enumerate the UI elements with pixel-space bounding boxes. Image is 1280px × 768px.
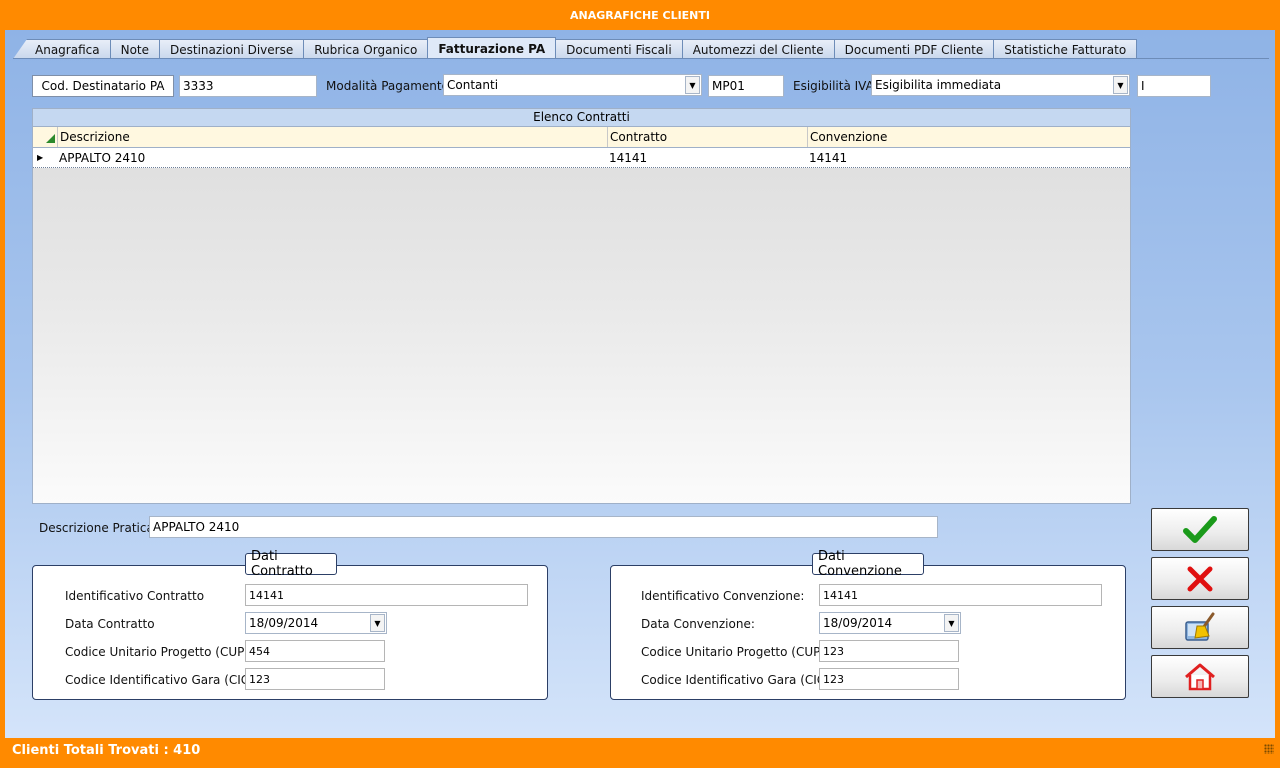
- modalita-pagamento-value: Contanti: [447, 78, 499, 92]
- clear-button[interactable]: [1151, 606, 1249, 649]
- identificativo-contratto-label: Identificativo Contratto: [65, 589, 205, 603]
- chevron-down-icon[interactable]: ▼: [1113, 76, 1128, 94]
- data-convenzione-value: 18/09/2014: [823, 616, 893, 630]
- cig-contratto-label: Codice Identificativo Gara (CIG):: [65, 673, 259, 687]
- esigibilita-iva-label: Esigibilità IVA: [793, 79, 874, 93]
- cell-descrizione: APPALTO 2410: [59, 151, 146, 165]
- data-convenzione-label: Data Convenzione:: [641, 617, 755, 631]
- cig-convenzione-label: Codice Identificativo Gara (CIG):: [641, 673, 835, 687]
- confirm-button[interactable]: [1151, 508, 1249, 551]
- identificativo-convenzione-label: Identificativo Convenzione:: [641, 589, 805, 603]
- descrizione-pratica-input[interactable]: APPALTO 2410: [149, 516, 938, 538]
- cup-contratto-input[interactable]: 454: [245, 640, 385, 662]
- grid-header: Descrizione Contratto Convenzione: [33, 127, 1130, 148]
- esigibilita-code-field[interactable]: I: [1137, 75, 1211, 97]
- table-row[interactable]: ▶ APPALTO 2410 14141 14141: [33, 148, 1130, 168]
- cancel-button[interactable]: [1151, 557, 1249, 600]
- home-button[interactable]: [1151, 655, 1249, 698]
- dati-contratto-group: Identificativo Contratto 14141 Data Cont…: [32, 565, 548, 700]
- checkmark-icon: [1183, 515, 1217, 543]
- tab-strip: Anagrafica Note Destinazioni Diverse Rub…: [13, 37, 1138, 59]
- cig-convenzione-input[interactable]: 123: [819, 668, 959, 690]
- row-selector-icon: ▶: [37, 153, 44, 162]
- esigibilita-iva-select[interactable]: Esigibilita immediata ▼: [871, 74, 1130, 96]
- grid-corner[interactable]: [33, 127, 57, 147]
- modalita-pagamento-select[interactable]: Contanti ▼: [443, 74, 702, 96]
- cig-contratto-input[interactable]: 123: [245, 668, 385, 690]
- chevron-down-icon[interactable]: ▼: [370, 614, 385, 632]
- tab-documenti-fiscali[interactable]: Documenti Fiscali: [555, 39, 683, 59]
- cup-convenzione-input[interactable]: 123: [819, 640, 959, 662]
- chevron-down-icon[interactable]: ▼: [944, 614, 959, 632]
- contratti-grid[interactable]: Elenco Contratti Descrizione Contratto C…: [32, 108, 1131, 504]
- cell-convenzione: 14141: [809, 151, 848, 165]
- dati-convenzione-group: Identificativo Convenzione: 14141 Data C…: [610, 565, 1126, 700]
- dati-contratto-title: Dati Contratto: [245, 549, 337, 579]
- broom-icon: [1185, 612, 1215, 641]
- identificativo-contratto-input[interactable]: 14141: [245, 584, 528, 606]
- tab-automezzi-cliente[interactable]: Automezzi del Cliente: [681, 39, 835, 59]
- chevron-down-icon[interactable]: ▼: [685, 76, 700, 94]
- cell-contratto: 14141: [609, 151, 648, 165]
- modalita-code-field[interactable]: MP01: [708, 75, 784, 97]
- column-header-descrizione[interactable]: Descrizione: [57, 127, 607, 147]
- descrizione-pratica-label: Descrizione Pratica: [39, 521, 154, 535]
- tab-destinazioni-diverse[interactable]: Destinazioni Diverse: [159, 39, 305, 59]
- data-convenzione-picker[interactable]: 18/09/2014 ▼: [819, 612, 961, 634]
- esigibilita-iva-value: Esigibilita immediata: [875, 78, 1002, 92]
- grid-caption: Elenco Contratti: [33, 109, 1130, 127]
- home-icon: [1185, 663, 1215, 690]
- data-contratto-picker[interactable]: 18/09/2014 ▼: [245, 612, 387, 634]
- tab-statistiche-fatturato[interactable]: Statistiche Fatturato: [993, 39, 1138, 59]
- tab-divider: [13, 58, 1269, 59]
- cod-destinatario-label: Cod. Destinatario PA: [32, 75, 174, 97]
- clienti-count-text: Clienti Totali Trovati : 410: [12, 742, 201, 758]
- cup-convenzione-label: Codice Unitario Progetto (CUP):: [641, 645, 830, 659]
- resize-grip-icon[interactable]: [1264, 744, 1274, 754]
- cod-destinatario-input[interactable]: 3333: [179, 75, 317, 97]
- tab-fatturazione-pa[interactable]: Fatturazione PA: [427, 37, 557, 59]
- cross-icon: [1187, 566, 1213, 591]
- modalita-pagamento-label: Modalità Pagamento: [326, 79, 449, 93]
- cup-contratto-label: Codice Unitario Progetto (CUP):: [65, 645, 254, 659]
- column-header-convenzione[interactable]: Convenzione: [807, 127, 1130, 147]
- data-contratto-label: Data Contratto: [65, 617, 155, 631]
- identificativo-convenzione-input[interactable]: 14141: [819, 584, 1102, 606]
- main-window: Anagrafica Note Destinazioni Diverse Rub…: [5, 30, 1275, 738]
- tab-documenti-pdf-cliente[interactable]: Documenti PDF Cliente: [833, 39, 995, 59]
- column-header-contratto[interactable]: Contratto: [607, 127, 807, 147]
- window-title: ANAGRAFICHE CLIENTI: [0, 0, 1280, 30]
- dati-convenzione-title: Dati Convenzione: [812, 549, 924, 579]
- tab-note[interactable]: Note: [109, 39, 160, 59]
- tab-anagrafica[interactable]: Anagrafica: [13, 39, 111, 59]
- status-bar: Clienti Totali Trovati : 410: [0, 738, 1280, 762]
- tab-rubrica-organico[interactable]: Rubrica Organico: [303, 39, 429, 59]
- data-contratto-value: 18/09/2014: [249, 616, 319, 630]
